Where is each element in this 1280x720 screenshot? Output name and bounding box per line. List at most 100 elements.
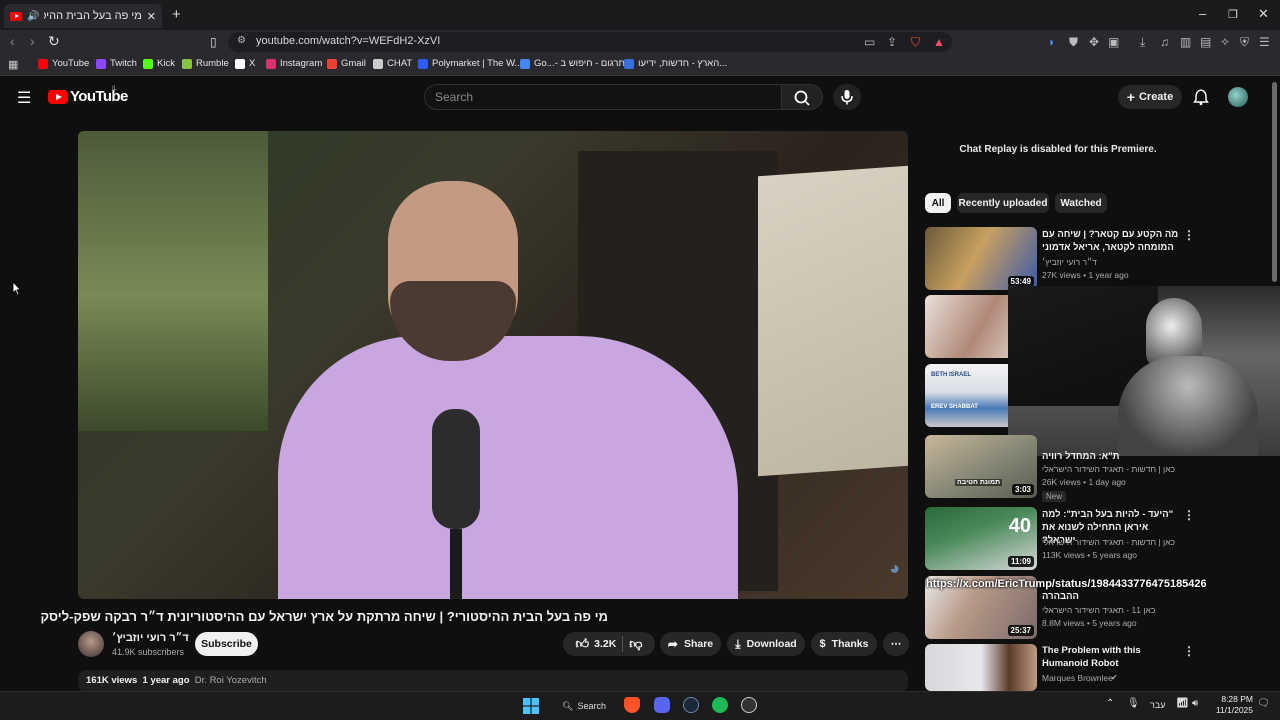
related-video-channel[interactable]: ד״ר רועי יוזביץ׳ [1042,257,1097,267]
extension-2-icon[interactable]: ⛊ [1069,35,1078,50]
reload-icon[interactable]: ↻ [48,33,60,50]
more-vertical-icon[interactable]: ⋮ [1183,508,1195,522]
share-button[interactable]: ➦ Share [660,632,721,656]
related-video-title[interactable]: ת"א: המחדל רוויה [1042,450,1182,462]
download-icon[interactable]: ⤓ [1140,35,1145,50]
related-video-channel[interactable]: כאן 11 - תאגיד השידור הישראלי [1042,605,1155,615]
bookmark-item[interactable]: Polymarket | The W... [418,58,522,69]
microphone-tray-icon[interactable]: 🎙︎ [1127,698,1140,709]
search-button[interactable] [781,84,823,110]
discord-icon[interactable] [654,697,670,713]
app-icon[interactable] [741,697,757,713]
site-info-icon[interactable]: ⚙ [237,35,246,46]
page-scrollbar[interactable] [1272,82,1277,282]
bookmark-item[interactable]: Kick [143,58,175,69]
brave-browser-icon[interactable] [624,697,640,713]
video-player[interactable]: ◕ [78,131,908,599]
wifi-icon[interactable]: 📶︎ [1176,698,1189,709]
brave-shields-icon[interactable]: ⛉ [911,35,920,50]
extension-1-icon[interactable]: ◗ [1048,35,1055,49]
bookmark-item[interactable]: Rumble [182,58,229,69]
volume-icon[interactable]: 🔊︎ [1192,698,1198,709]
hamburger-menu-icon[interactable]: ☰ [17,88,31,108]
close-tab-icon[interactable]: ✕ [147,10,156,23]
chip-recently-uploaded[interactable]: Recently uploaded [957,193,1049,213]
menu-icon[interactable]: ☰ [1259,35,1270,49]
bookmark-item[interactable]: CHAT [373,58,412,69]
chip-watched[interactable]: Watched [1055,193,1107,213]
minimize-button[interactable]: – [1199,6,1206,21]
description-box[interactable]: 161K views 1 year ago Dr. Roi Yozevitch [78,670,908,692]
back-icon[interactable]: ‹ [10,33,15,49]
bookmark-item[interactable]: הארץ - חדשות, ידיעו... [624,58,727,69]
sidebar-icon[interactable]: ▥ [1180,35,1191,49]
picture-in-picture-overlay[interactable] [1008,286,1280,456]
voice-search-button[interactable] [833,84,861,110]
bookmark-favicon-icon [235,58,245,69]
notification-icon[interactable]: 🗨︎ [1257,698,1270,709]
share-page-icon[interactable]: ⇪ [887,35,897,49]
video-duration: 11:09 [1007,556,1034,567]
bookmark-item[interactable]: X [235,58,255,69]
extension-3-icon[interactable]: ▣ [1108,35,1119,49]
bookmark-item[interactable]: Go...- תרגום - חיפוש ב [520,58,625,69]
account-avatar[interactable] [1228,87,1248,107]
thumbs-down-icon[interactable]: 👎︎ [629,636,642,652]
chip-all[interactable]: All [925,193,951,213]
channel-avatar[interactable] [78,631,104,657]
thumbnail-caption: 40 [1008,515,1031,537]
more-vertical-icon[interactable]: ⋮ [1183,644,1195,658]
forward-icon[interactable]: › [30,33,35,49]
related-video-thumbnail[interactable] [925,644,1037,691]
more-vertical-icon[interactable]: ⋮ [1183,228,1195,242]
like-button[interactable]: 👍︎ 3.2K [576,636,617,652]
media-icon[interactable]: ♫ [1160,35,1169,49]
apps-grid-icon[interactable]: ▦ [8,58,18,71]
speaker-icon[interactable]: 🔊 [27,11,39,22]
bookmark-page-icon[interactable]: ▯ [210,35,217,49]
notifications-bell-icon[interactable] [1192,88,1210,106]
cast-icon[interactable]: ▭ [864,35,875,49]
taskbar-clock[interactable]: 8:28 PM 11/1/2025 [1205,694,1253,716]
bookmark-item[interactable]: YouTube [38,58,89,69]
input-language[interactable]: עבר [1150,700,1165,710]
extensions-icon[interactable]: ✥ [1089,35,1099,49]
related-video-title[interactable]: ההבהרה [1042,590,1182,603]
bookmark-item[interactable]: Twitch [96,58,137,69]
subscribe-button[interactable]: Subscribe [195,632,258,656]
related-video-channel[interactable]: כאן | חדשות - תאגיד השידור הישראלי [1042,537,1175,547]
brave-rewards-icon[interactable]: ▲ [933,35,945,49]
browser-tab[interactable]: 🔊 מי פה בעל הבית ההיסטורי?| ... ✕ [4,4,162,28]
search-input[interactable]: Search [424,84,782,110]
create-button[interactable]: + Create [1118,85,1182,109]
channel-name[interactable]: ד״ר רועי יוזביץ׳ [112,632,189,644]
more-actions-button[interactable]: ⋯ [883,632,909,656]
maximize-button[interactable]: ❐ [1228,8,1238,21]
related-video-channel[interactable]: Marques Brownlee [1042,673,1113,683]
related-video-channel[interactable]: כאן | חדשות - תאגיד השידור הישראלי [1042,464,1175,474]
bookmark-item[interactable]: Gmail [327,58,366,69]
spotify-icon[interactable] [712,697,728,713]
close-window-button[interactable]: ✕ [1258,6,1269,22]
vpn-icon[interactable]: ⛨ [1240,35,1249,50]
related-video-title[interactable]: מה הקטע עם קטאר? | שיחה עם המומחה לקטאר,… [1042,228,1182,254]
chevron-up-icon[interactable]: ⌃ [1106,698,1114,709]
bookmark-item[interactable]: Instagram [266,58,322,69]
youtube-logo-text[interactable]: YouTube [70,88,128,105]
video-mic-stand [450,529,462,599]
thanks-button[interactable]: $ Thanks [811,632,877,656]
channel-watermark-icon[interactable]: ◕ [889,558,900,579]
download-button[interactable]: ⤓ Download [727,632,805,656]
leo-ai-icon[interactable]: ✧ [1220,35,1230,49]
related-video-thumbnail[interactable]: 53:49 [925,227,1037,290]
new-tab-button[interactable]: + [172,6,181,23]
taskbar-search[interactable]: 🔍︎ Search [554,697,616,715]
related-video-thumbnail[interactable]: תמונת חטיבה 3:03 [925,435,1037,498]
related-video-thumbnail[interactable]: 40 11:09 [925,507,1037,570]
related-video-title[interactable]: The Problem with this Humanoid Robot [1042,644,1182,670]
address-bar[interactable]: ⚙ youtube.com/watch?v=WEFdH2-XzVI [228,32,952,52]
windows-start-icon[interactable] [523,698,539,714]
wallet-icon[interactable]: ▤ [1200,35,1211,49]
steam-icon[interactable] [683,697,699,713]
youtube-logo-icon[interactable] [48,90,68,104]
